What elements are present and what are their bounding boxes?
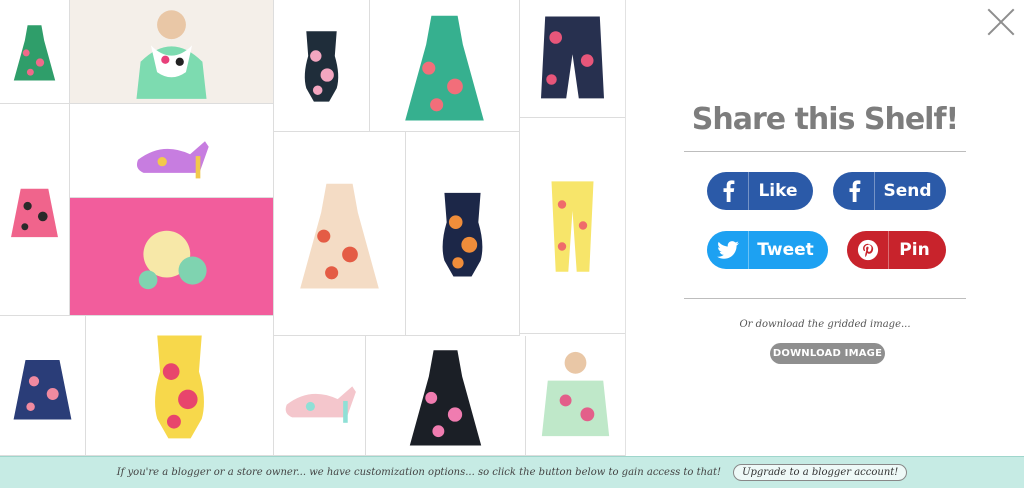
pants-icon	[551, 181, 594, 272]
download-hint: Or download the gridded image...	[739, 319, 911, 330]
product-tile-yellow-floral-jeans[interactable]	[520, 118, 625, 334]
facebook-icon	[707, 172, 749, 210]
product-tile-strappy-floral-heels[interactable]	[274, 336, 366, 456]
facebook-send-label: Send	[883, 181, 932, 201]
upgrade-blogger-button[interactable]: Upgrade to a blogger account!	[733, 464, 908, 481]
shorts-icon	[541, 16, 604, 99]
fabric-icon	[138, 230, 207, 290]
download-image-button[interactable]: DOWNLOAD IMAGE	[770, 343, 885, 364]
swimsuit-icon	[155, 335, 204, 439]
product-tile-floral-heels[interactable]	[70, 104, 274, 198]
facebook-send-button[interactable]: Send	[833, 172, 946, 210]
product-tile-navy-floral-swimsuit[interactable]	[406, 132, 520, 336]
facebook-like-label: Like	[758, 181, 798, 201]
skirt-icon	[11, 188, 58, 238]
swimsuit-icon	[442, 192, 483, 277]
shoe-icon	[285, 386, 356, 423]
product-tile-mint-floral-top-model[interactable]	[526, 334, 625, 456]
footer-message: If you're a blogger or a store owner... …	[116, 467, 722, 478]
divider	[684, 298, 966, 299]
divider	[684, 151, 966, 152]
product-tile-black-floral-swimsuit[interactable]	[274, 0, 370, 132]
product-tile-polka-dot-scarf-model[interactable]	[70, 0, 274, 104]
product-tile-green-floral-dress[interactable]	[0, 0, 70, 104]
tweet-label: Tweet	[757, 240, 814, 260]
twitter-icon	[707, 231, 749, 269]
shoe-icon	[136, 141, 209, 179]
product-tile-green-strapless-dress[interactable]	[370, 0, 520, 132]
product-tile-pink-floral-top-skirt[interactable]	[0, 104, 70, 316]
product-tile-yellow-floral-swimsuit[interactable]	[86, 316, 274, 456]
scarf-icon	[136, 10, 207, 99]
product-tile-cream-floral-dress[interactable]	[274, 132, 406, 336]
product-grid	[0, 0, 626, 456]
dress-icon	[13, 25, 56, 81]
skirt-icon	[13, 360, 72, 420]
dress-icon	[409, 350, 482, 446]
product-tile-navy-floral-shorts[interactable]	[520, 0, 625, 118]
product-tile-black-floral-dress[interactable]	[366, 336, 526, 456]
pinterest-icon	[847, 231, 889, 269]
blogger-footer: If you're a blogger or a store owner... …	[0, 456, 1024, 488]
swimsuit-icon	[304, 31, 339, 102]
pinterest-pin-button[interactable]: Pin	[847, 231, 946, 269]
tweet-button[interactable]: Tweet	[707, 231, 828, 269]
facebook-icon	[833, 172, 875, 210]
product-tile-blue-wrap-skirt[interactable]	[0, 316, 86, 456]
product-tile-pink-floral-fabric[interactable]	[70, 198, 274, 316]
dress-icon	[300, 183, 379, 289]
close-icon[interactable]	[984, 4, 1018, 38]
dress-icon	[405, 15, 484, 121]
pin-label: Pin	[899, 240, 930, 260]
facebook-like-button[interactable]: Like	[707, 172, 813, 210]
share-title: Share this Shelf!	[691, 102, 959, 137]
top-icon	[541, 351, 610, 437]
